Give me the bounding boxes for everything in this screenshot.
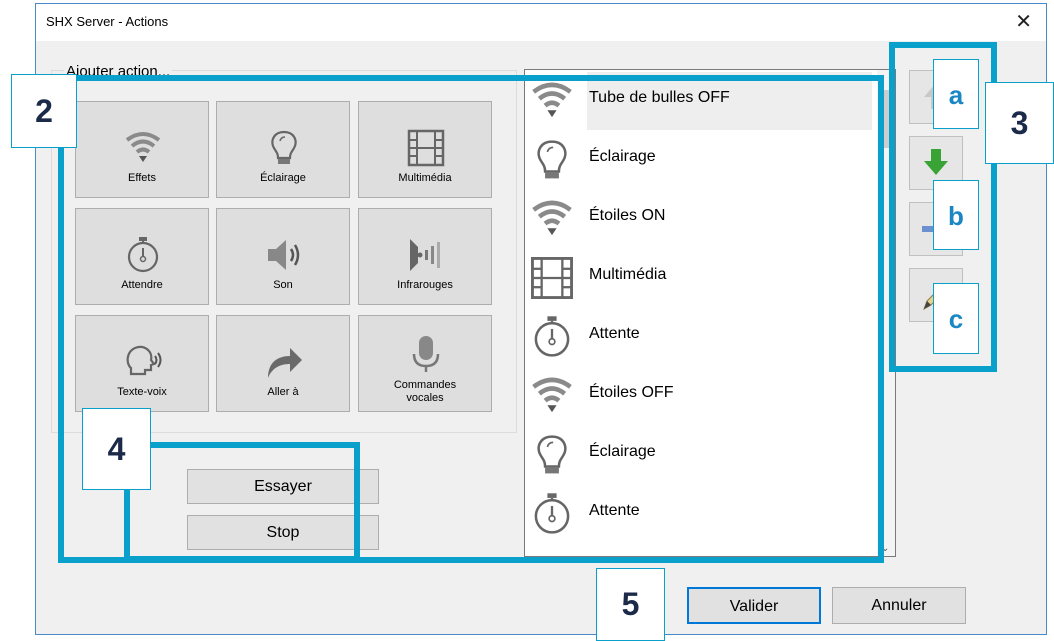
annotation-badge-2: 2 [11,74,77,148]
cancel-button[interactable]: Annuler [832,587,966,624]
window-title: SHX Server - Actions [46,14,169,29]
annotation-badge-3: 3 [985,82,1054,164]
annotation-badge-4: 4 [82,408,151,490]
annotation-badge-5: 5 [596,568,665,641]
validate-button[interactable]: Valider [687,587,821,624]
annotation-badge-a: a [933,59,979,129]
close-icon[interactable]: ✕ [1015,9,1032,34]
annotation-badge-b: b [933,180,979,250]
title-bar: SHX Server - Actions ✕ [36,4,1046,41]
callout-frame-4 [124,442,360,562]
annotation-badge-c: c [933,283,979,354]
